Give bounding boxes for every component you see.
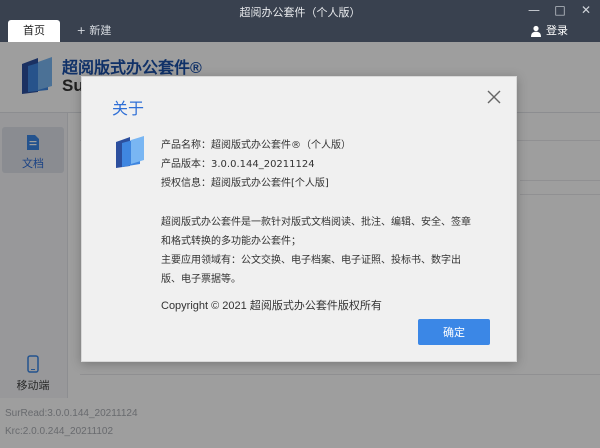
tab-new[interactable]: + 新建	[64, 20, 124, 42]
license-info: 授权信息：超阅版式办公套件[个人版]	[161, 178, 329, 189]
login-label: 登录	[546, 24, 568, 37]
product-logo-icon	[112, 134, 148, 174]
copyright-text: Copyright © 2021 超阅版式办公套件版权所有	[161, 300, 382, 312]
maximize-icon[interactable]: □	[548, 0, 572, 20]
minimize-icon[interactable]: —	[522, 0, 546, 20]
product-version: 产品版本：3.0.0.144_20211124	[161, 159, 315, 170]
window-title: 超阅办公套件（个人版）	[239, 6, 361, 19]
close-window-icon[interactable]: ✕	[574, 0, 598, 20]
description-line: 主要应用领域有：公文交换、电子档案、电子证照、投标书、数字出	[161, 255, 461, 266]
description-line: 版、电子票据等。	[161, 274, 241, 285]
description-line: 超阅版式办公套件是一款针对版式文档阅读、批注、编辑、安全、签章	[161, 217, 471, 228]
product-name: 产品名称：超阅版式办公套件®（个人版）	[161, 140, 351, 151]
title-bar: 超阅办公套件（个人版） — □ ✕ 首页 + 新建 登录	[0, 0, 600, 42]
dialog-title: 关于	[112, 99, 145, 118]
ok-button[interactable]: 确定	[418, 319, 490, 345]
user-icon	[531, 25, 541, 37]
close-icon[interactable]	[484, 87, 504, 107]
about-dialog: 关于 产品名称：超阅版式办公套件®（个人版） 产品版本：3.0.0.144_20…	[81, 76, 517, 362]
tab-home[interactable]: 首页	[8, 20, 60, 42]
description-line: 和格式转换的多功能办公套件；	[161, 236, 301, 247]
login-button[interactable]: 登录	[530, 20, 568, 42]
